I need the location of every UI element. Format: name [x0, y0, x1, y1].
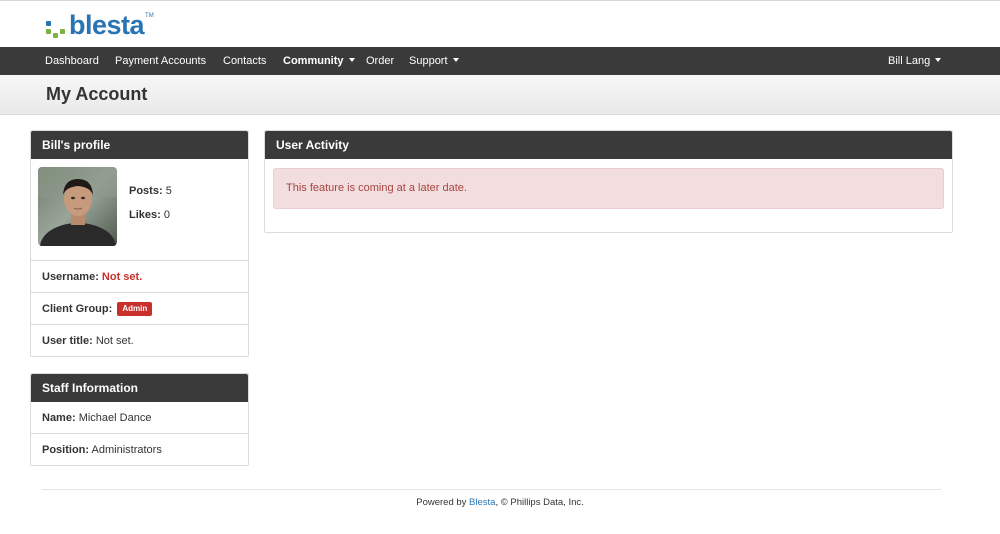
footer: Powered by Blesta, © Phillips Data, Inc. [0, 497, 1000, 508]
footer-blesta-link[interactable]: Blesta [469, 497, 495, 508]
nav-user-name: Bill Lang [888, 55, 931, 67]
footer-suffix: , © Phillips Data, Inc. [495, 497, 584, 508]
avatar-photo-icon [38, 167, 117, 246]
nav-order[interactable]: Order [366, 47, 394, 75]
nav-contacts[interactable]: Contacts [223, 47, 266, 75]
nav-support-label: Support [409, 55, 448, 67]
staff-name-label: Name: [42, 412, 76, 424]
client-group-row: Client Group: Admin [31, 293, 248, 325]
logo-smile-icon [46, 21, 65, 38]
staff-name-row: Name: Michael Dance [31, 402, 248, 434]
user-title-value: Not set. [95, 335, 134, 347]
client-group-label: Client Group: [42, 303, 113, 315]
nav-community[interactable]: Community [283, 47, 355, 75]
client-group-badge: Admin [117, 302, 153, 317]
nav-user-menu[interactable]: Bill Lang [888, 47, 942, 75]
logo-trademark: TM [145, 13, 154, 19]
user-title-label: User title: [42, 335, 93, 347]
likes-count: 0 [163, 209, 170, 221]
footer-prefix: Powered by [416, 497, 467, 508]
main-navbar: Dashboard Payment Accounts Contacts Comm… [0, 47, 1000, 75]
coming-soon-alert: This feature is coming at a later date. [273, 168, 944, 209]
nav-community-label: Community [283, 55, 344, 67]
likes-label: Likes: [129, 209, 161, 221]
username-value: Not set. [101, 271, 143, 283]
logo-wordmark: blesta [69, 10, 145, 40]
profile-summary: Posts: 5 Likes: 0 [31, 159, 248, 261]
avatar[interactable] [38, 167, 117, 246]
staff-position-row: Position: Administrators [31, 434, 248, 466]
footer-divider [42, 489, 941, 490]
page-title: My Account [46, 84, 148, 104]
nav-support[interactable]: Support [409, 47, 459, 75]
caret-down-icon [452, 58, 459, 63]
posts-label: Posts: [129, 185, 163, 197]
nav-payment-accounts[interactable]: Payment Accounts [115, 47, 206, 75]
user-title-row: User title: Not set. [31, 325, 248, 357]
user-activity-panel: User Activity This feature is coming at … [264, 130, 953, 233]
caret-down-icon [348, 58, 355, 63]
page-header: My Account [0, 75, 1000, 115]
profile-panel-title: Bill's profile [31, 131, 248, 159]
user-activity-title: User Activity [265, 131, 952, 159]
staff-panel: Staff Information Name: Michael Dance Po… [30, 373, 249, 466]
posts-stat: Posts: 5 [129, 185, 172, 197]
staff-panel-title: Staff Information [31, 374, 248, 402]
nav-dashboard[interactable]: Dashboard [45, 47, 99, 75]
username-label: Username: [42, 271, 99, 283]
profile-panel: Bill's profile Posts: 5 Likes: 0 Usernam… [30, 130, 249, 357]
staff-name-value: Michael Dance [78, 412, 152, 424]
posts-count: 5 [165, 185, 172, 197]
likes-stat: Likes: 0 [129, 209, 170, 221]
staff-position-label: Position: [42, 444, 90, 456]
username-row: Username: Not set. [31, 261, 248, 293]
blesta-logo[interactable]: blesta TM [45, 9, 154, 39]
caret-down-icon [935, 58, 942, 63]
staff-position-value: Administrators [91, 444, 162, 456]
top-border [0, 0, 1000, 1]
